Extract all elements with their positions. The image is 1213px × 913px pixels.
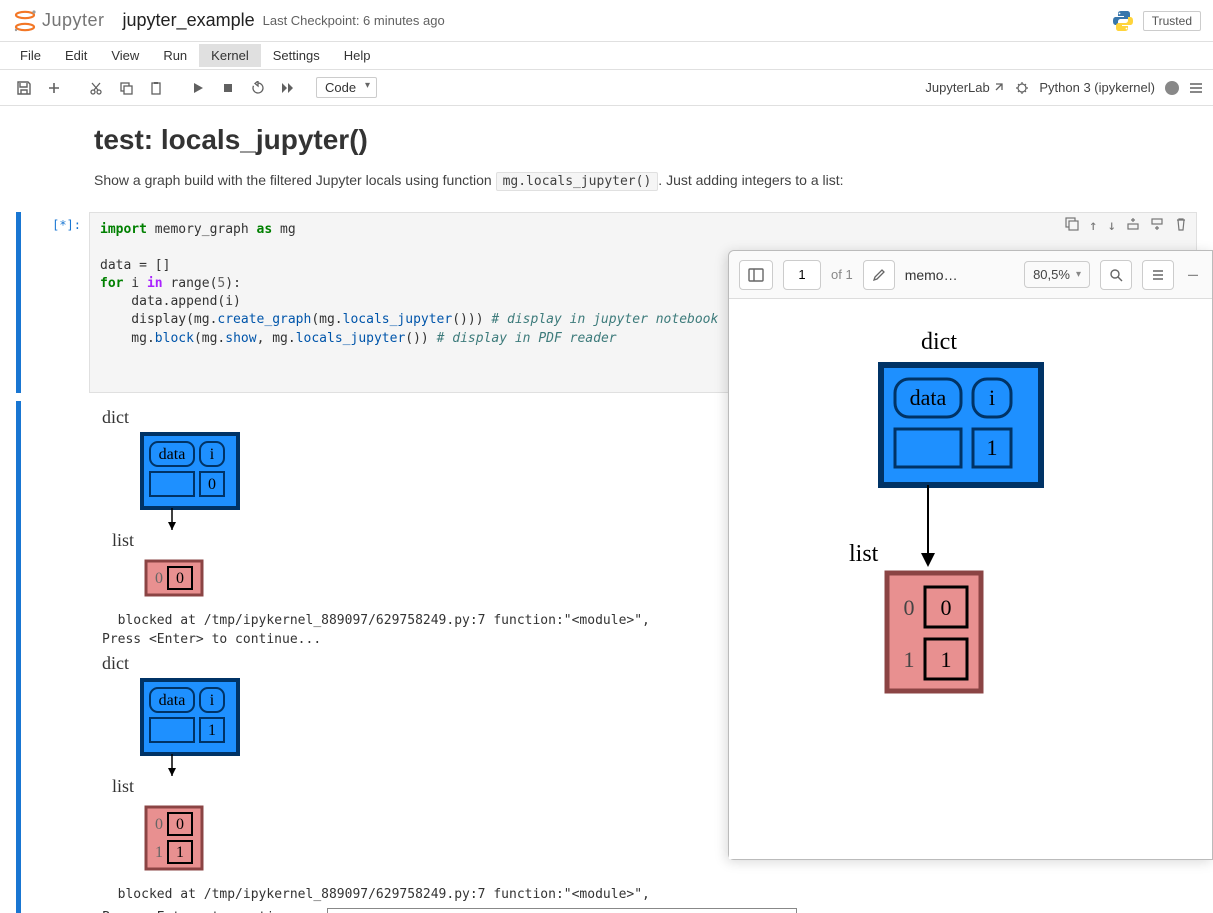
hamburger-icon[interactable] [1189,81,1203,95]
pdf-toolbar: of 1 memo… 80,5%▾ – [729,251,1212,299]
menu-settings[interactable]: Settings [261,44,332,67]
svg-text:i: i [210,692,215,709]
debugger-icon[interactable] [1015,81,1029,95]
svg-text:list: list [849,541,879,567]
inline-code: mg.locals_jupyter() [496,172,659,191]
svg-text:data: data [159,446,186,463]
notebook-name[interactable]: jupyter_example [123,10,255,31]
memory-graph-2-list: 0 0 1 1 [102,801,262,879]
svg-text:i: i [988,385,994,410]
add-cell-button[interactable] [40,75,68,101]
copy-button[interactable] [112,75,140,101]
restart-run-all-button[interactable] [274,75,302,101]
svg-text:0: 0 [208,476,216,493]
trusted-badge[interactable]: Trusted [1143,11,1201,31]
svg-text:i: i [210,446,215,463]
pdf-edit-button[interactable] [863,260,895,290]
memory-graph-1-dict: data i 0 [102,432,262,532]
jupyterlab-link[interactable]: JupyterLab [925,80,1005,95]
svg-text:dict: dict [921,329,957,355]
pdf-page-total: of 1 [831,267,853,282]
run-button[interactable] [184,75,212,101]
continue-input[interactable] [327,908,797,913]
cell-prompt: [*]: [29,212,89,394]
toolbar: Code JupyterLab Python 3 (ipykernel) [0,70,1213,106]
sidebar-toggle-button[interactable] [739,260,773,290]
duplicate-icon[interactable] [1065,217,1079,238]
paste-button[interactable] [142,75,170,101]
header: Jupyter jupyter_example Last Checkpoint:… [0,0,1213,42]
svg-text:1: 1 [903,647,914,672]
description-paragraph: Show a graph build with the filtered Jup… [94,170,1197,192]
pdf-zoom-select[interactable]: 80,5%▾ [1024,261,1090,288]
menu-help[interactable]: Help [332,44,383,67]
blocked-message-2: blocked at /tmp/ipykernel_889097/6297582… [102,887,1197,902]
insert-above-icon[interactable] [1126,217,1140,238]
insert-below-icon[interactable] [1150,217,1164,238]
svg-text:1: 1 [986,435,997,460]
delete-icon[interactable] [1174,217,1188,238]
memory-graph-2-dict: data i 1 [102,678,262,778]
stop-button[interactable] [214,75,242,101]
svg-text:0: 0 [940,595,951,620]
app-name: Jupyter [42,10,105,31]
svg-text:1: 1 [208,722,216,739]
save-button[interactable] [10,75,38,101]
jupyter-icon [12,8,38,34]
move-down-icon[interactable]: ↓ [1108,217,1116,238]
menu-view[interactable]: View [99,44,151,67]
cell-type-select[interactable]: Code [316,77,377,98]
svg-text:data: data [159,692,186,709]
external-link-icon [993,81,1005,93]
restart-button[interactable] [244,75,272,101]
pdf-menu-button[interactable] [1142,260,1174,290]
svg-text:0: 0 [903,595,914,620]
pdf-canvas[interactable]: dict data i 1 list 0 0 1 1 [729,299,1212,859]
jupyter-logo: Jupyter [12,8,105,34]
svg-text:0: 0 [176,816,184,833]
memory-graph-1-list: 0 0 [102,555,262,605]
menu-kernel[interactable]: Kernel [199,44,261,67]
menu-file[interactable]: File [8,44,53,67]
page-title: test: locals_jupyter() [94,124,1197,156]
move-up-icon[interactable]: ↑ [1089,217,1097,238]
pdf-search-button[interactable] [1100,260,1132,290]
pdf-minimize-icon[interactable]: – [1184,264,1202,285]
svg-text:1: 1 [940,647,951,672]
svg-text:1: 1 [155,844,163,861]
menubar: FileEditViewRunKernelSettingsHelp [0,42,1213,70]
output-selected-bar [16,401,21,913]
svg-text:data: data [909,385,946,410]
svg-text:0: 0 [155,570,163,587]
pdf-page-input[interactable] [783,260,821,290]
kernel-indicator[interactable] [1165,81,1179,95]
cell-selected-bar [16,212,21,394]
menu-edit[interactable]: Edit [53,44,99,67]
cell-toolbar: ↑ ↓ [1065,217,1188,238]
svg-text:0: 0 [176,570,184,587]
checkpoint-text: Last Checkpoint: 6 minutes ago [263,13,445,28]
cut-button[interactable] [82,75,110,101]
pdf-graph: dict data i 1 list 0 0 1 1 [801,329,1141,789]
pdf-viewer[interactable]: of 1 memo… 80,5%▾ – dict data i 1 list 0… [728,250,1213,860]
python-icon [1111,9,1135,33]
svg-text:1: 1 [176,844,184,861]
svg-text:0: 0 [155,816,163,833]
menu-run[interactable]: Run [151,44,199,67]
kernel-name[interactable]: Python 3 (ipykernel) [1039,80,1155,95]
pdf-title: memo… [905,267,963,283]
